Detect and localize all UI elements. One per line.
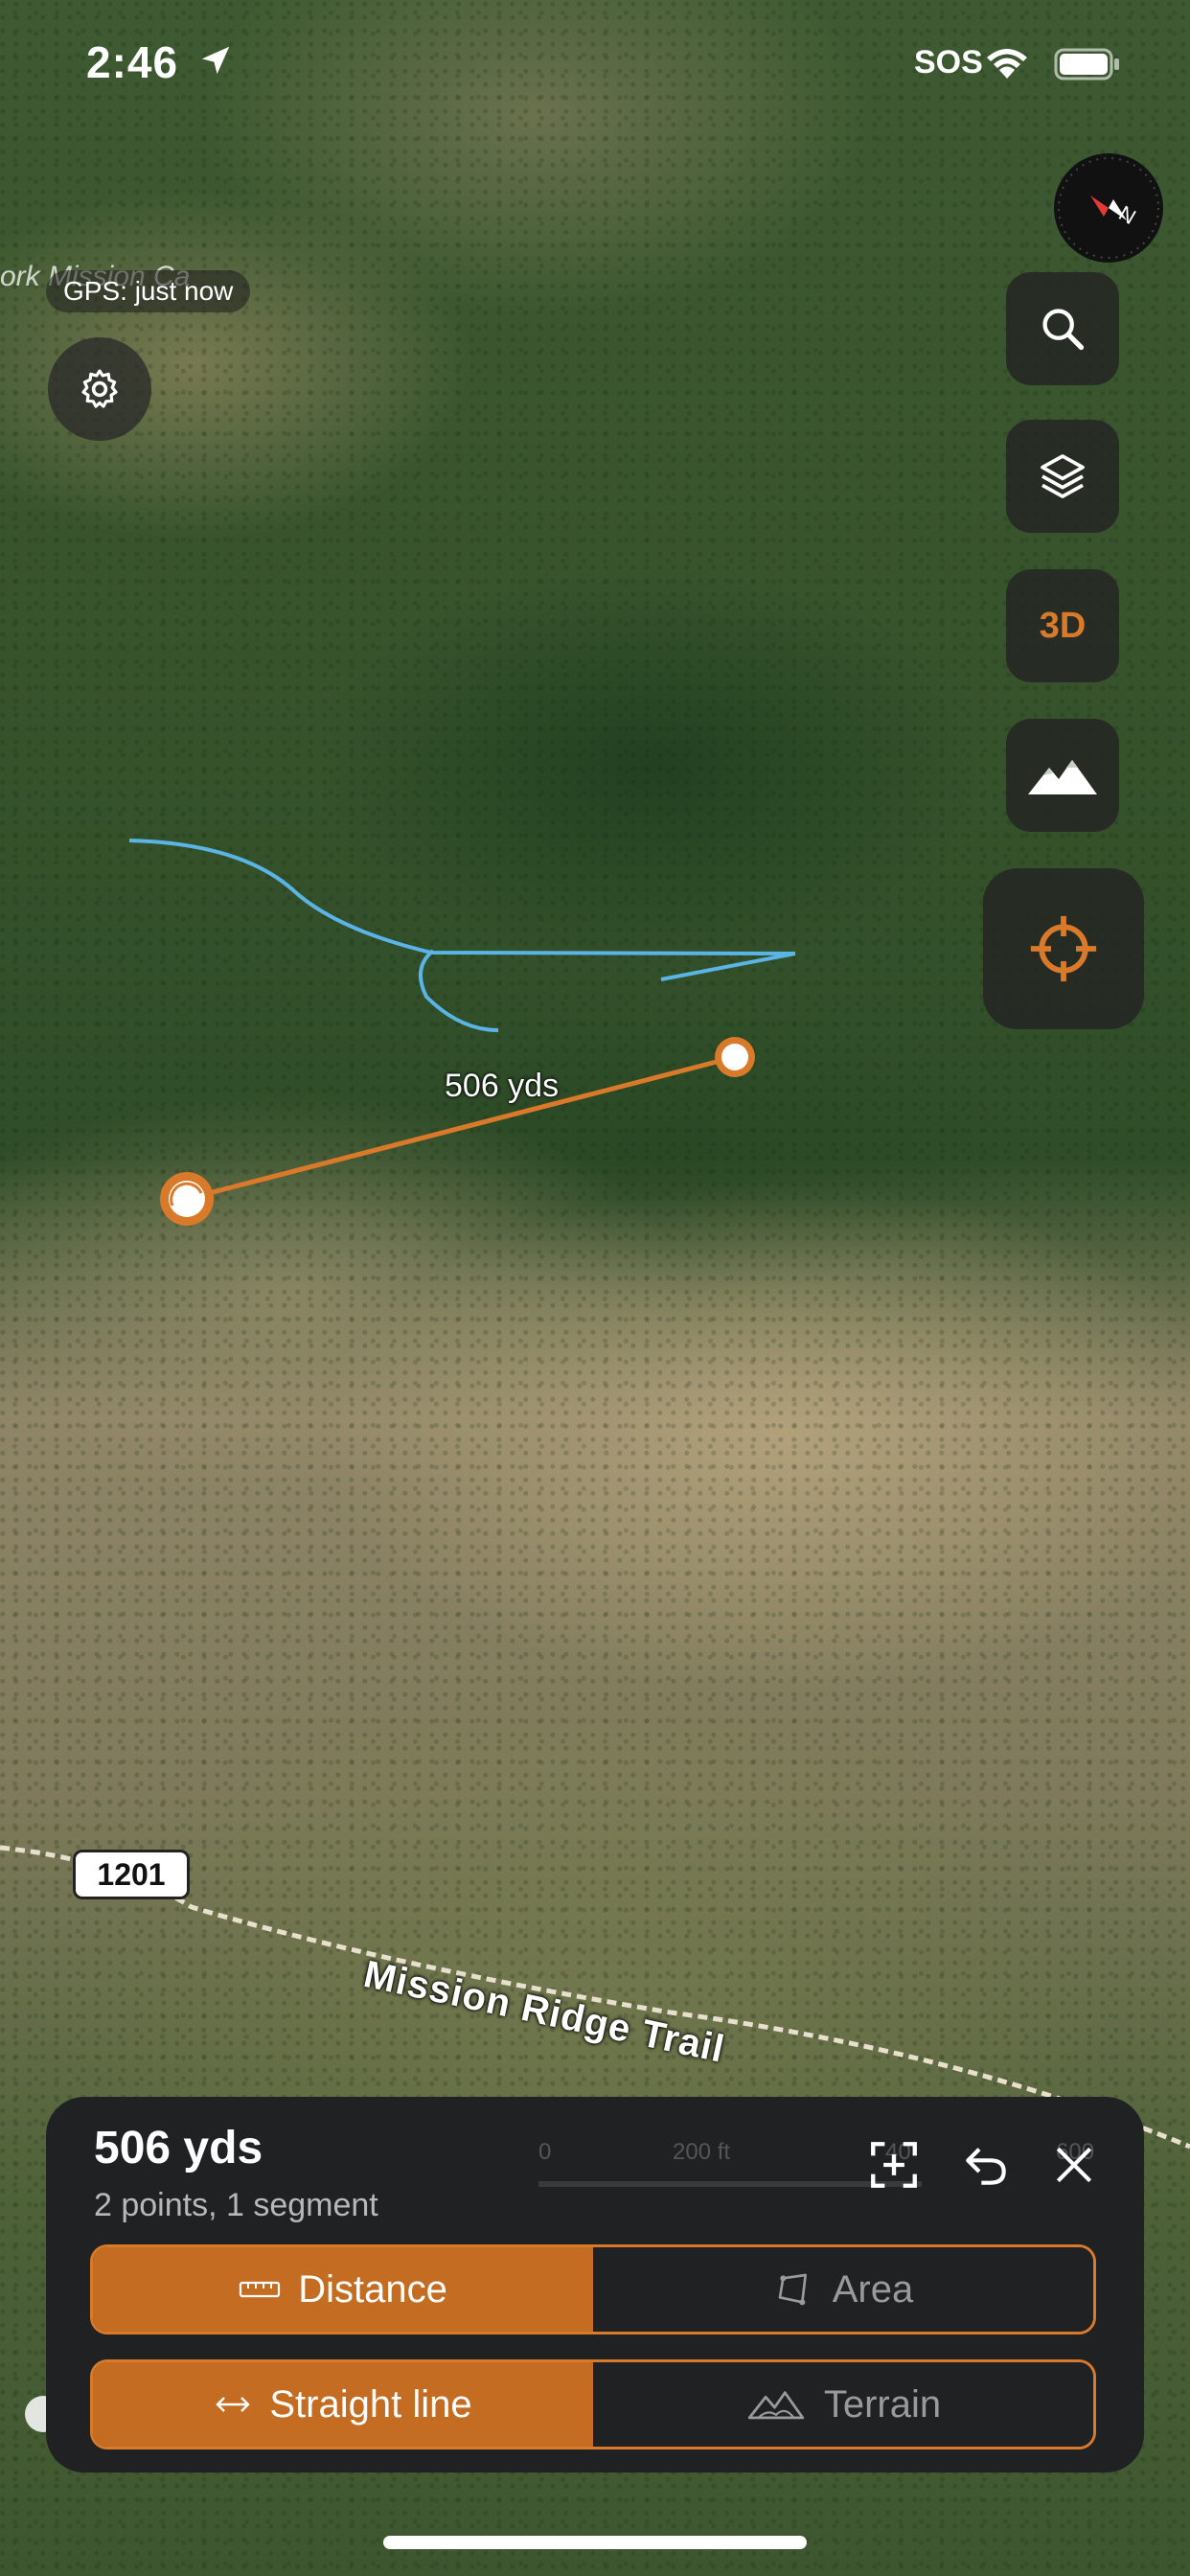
- measure-distance-label: 506 yds: [445, 1068, 560, 1104]
- locate-button[interactable]: [983, 868, 1144, 1029]
- distance-option-label: Distance: [298, 2267, 447, 2311]
- measure-summary: 2 points, 1 segment: [94, 2187, 378, 2223]
- polygon-icon: [778, 2273, 807, 2306]
- gps-status-label: GPS: just now: [46, 270, 251, 312]
- crosshair-icon: [1030, 915, 1097, 982]
- stream-branch: [418, 949, 499, 1032]
- close-button[interactable]: [1041, 2131, 1108, 2198]
- path-type-toggle: Straight line Terrain: [90, 2359, 1096, 2450]
- stream-right: [660, 952, 796, 981]
- measure-point-start: [160, 1172, 214, 1226]
- settings-button[interactable]: [48, 337, 151, 441]
- sos-indicator: SOS: [914, 44, 983, 80]
- undo-button[interactable]: [952, 2131, 1019, 2198]
- mode-3d-button[interactable]: 3D: [1006, 569, 1119, 682]
- terrain-outline-icon: [747, 2391, 805, 2420]
- terrain-button[interactable]: [1006, 719, 1119, 832]
- measure-point-end: [715, 1037, 755, 1077]
- straight-line-option[interactable]: Straight line: [93, 2362, 593, 2447]
- compass-button[interactable]: N: [1054, 153, 1163, 263]
- area-option-label: Area: [832, 2267, 914, 2311]
- compass-icon: N: [1058, 157, 1159, 259]
- layers-icon: [1041, 454, 1085, 498]
- clock: 2:46: [86, 37, 179, 87]
- add-point-button[interactable]: [860, 2131, 927, 2198]
- wifi-icon: [987, 49, 1027, 79]
- terrain-option-label: Terrain: [823, 2382, 942, 2426]
- area-option[interactable]: Area: [593, 2247, 1093, 2332]
- status-bar: 2:46 SOS: [0, 0, 1190, 125]
- route-shield: 1201: [73, 1850, 190, 1899]
- layers-button[interactable]: [1006, 420, 1119, 533]
- ruler-icon: [240, 2281, 281, 2298]
- mountain-icon: [1028, 760, 1097, 794]
- mode-3d-label: 3D: [1039, 605, 1087, 646]
- home-indicator[interactable]: [383, 2536, 807, 2549]
- measure-type-toggle: Distance Area: [90, 2244, 1096, 2334]
- measure-panel: 506 yds 2 points, 1 segment 0 200 ft 40 …: [46, 2097, 1144, 2472]
- straight-line-option-label: Straight line: [269, 2382, 472, 2426]
- search-button[interactable]: [1006, 272, 1119, 385]
- add-point-icon: [871, 2142, 917, 2188]
- double-arrow-icon: [216, 2397, 251, 2412]
- close-icon: [1056, 2147, 1092, 2183]
- scale-label: 0: [538, 2139, 552, 2165]
- scale-label: 200 ft: [673, 2139, 731, 2165]
- battery-icon: [1054, 48, 1119, 80]
- undo-icon: [966, 2148, 1006, 2185]
- search-icon: [1042, 309, 1085, 351]
- svg-text:N: N: [1115, 201, 1140, 230]
- measure-total: 506 yds: [94, 2123, 263, 2174]
- terrain-option[interactable]: Terrain: [593, 2362, 1093, 2447]
- stream-line: [128, 839, 796, 955]
- distance-option[interactable]: Distance: [93, 2247, 593, 2332]
- gear-icon: [81, 369, 118, 408]
- location-arrow-icon: [201, 46, 230, 75]
